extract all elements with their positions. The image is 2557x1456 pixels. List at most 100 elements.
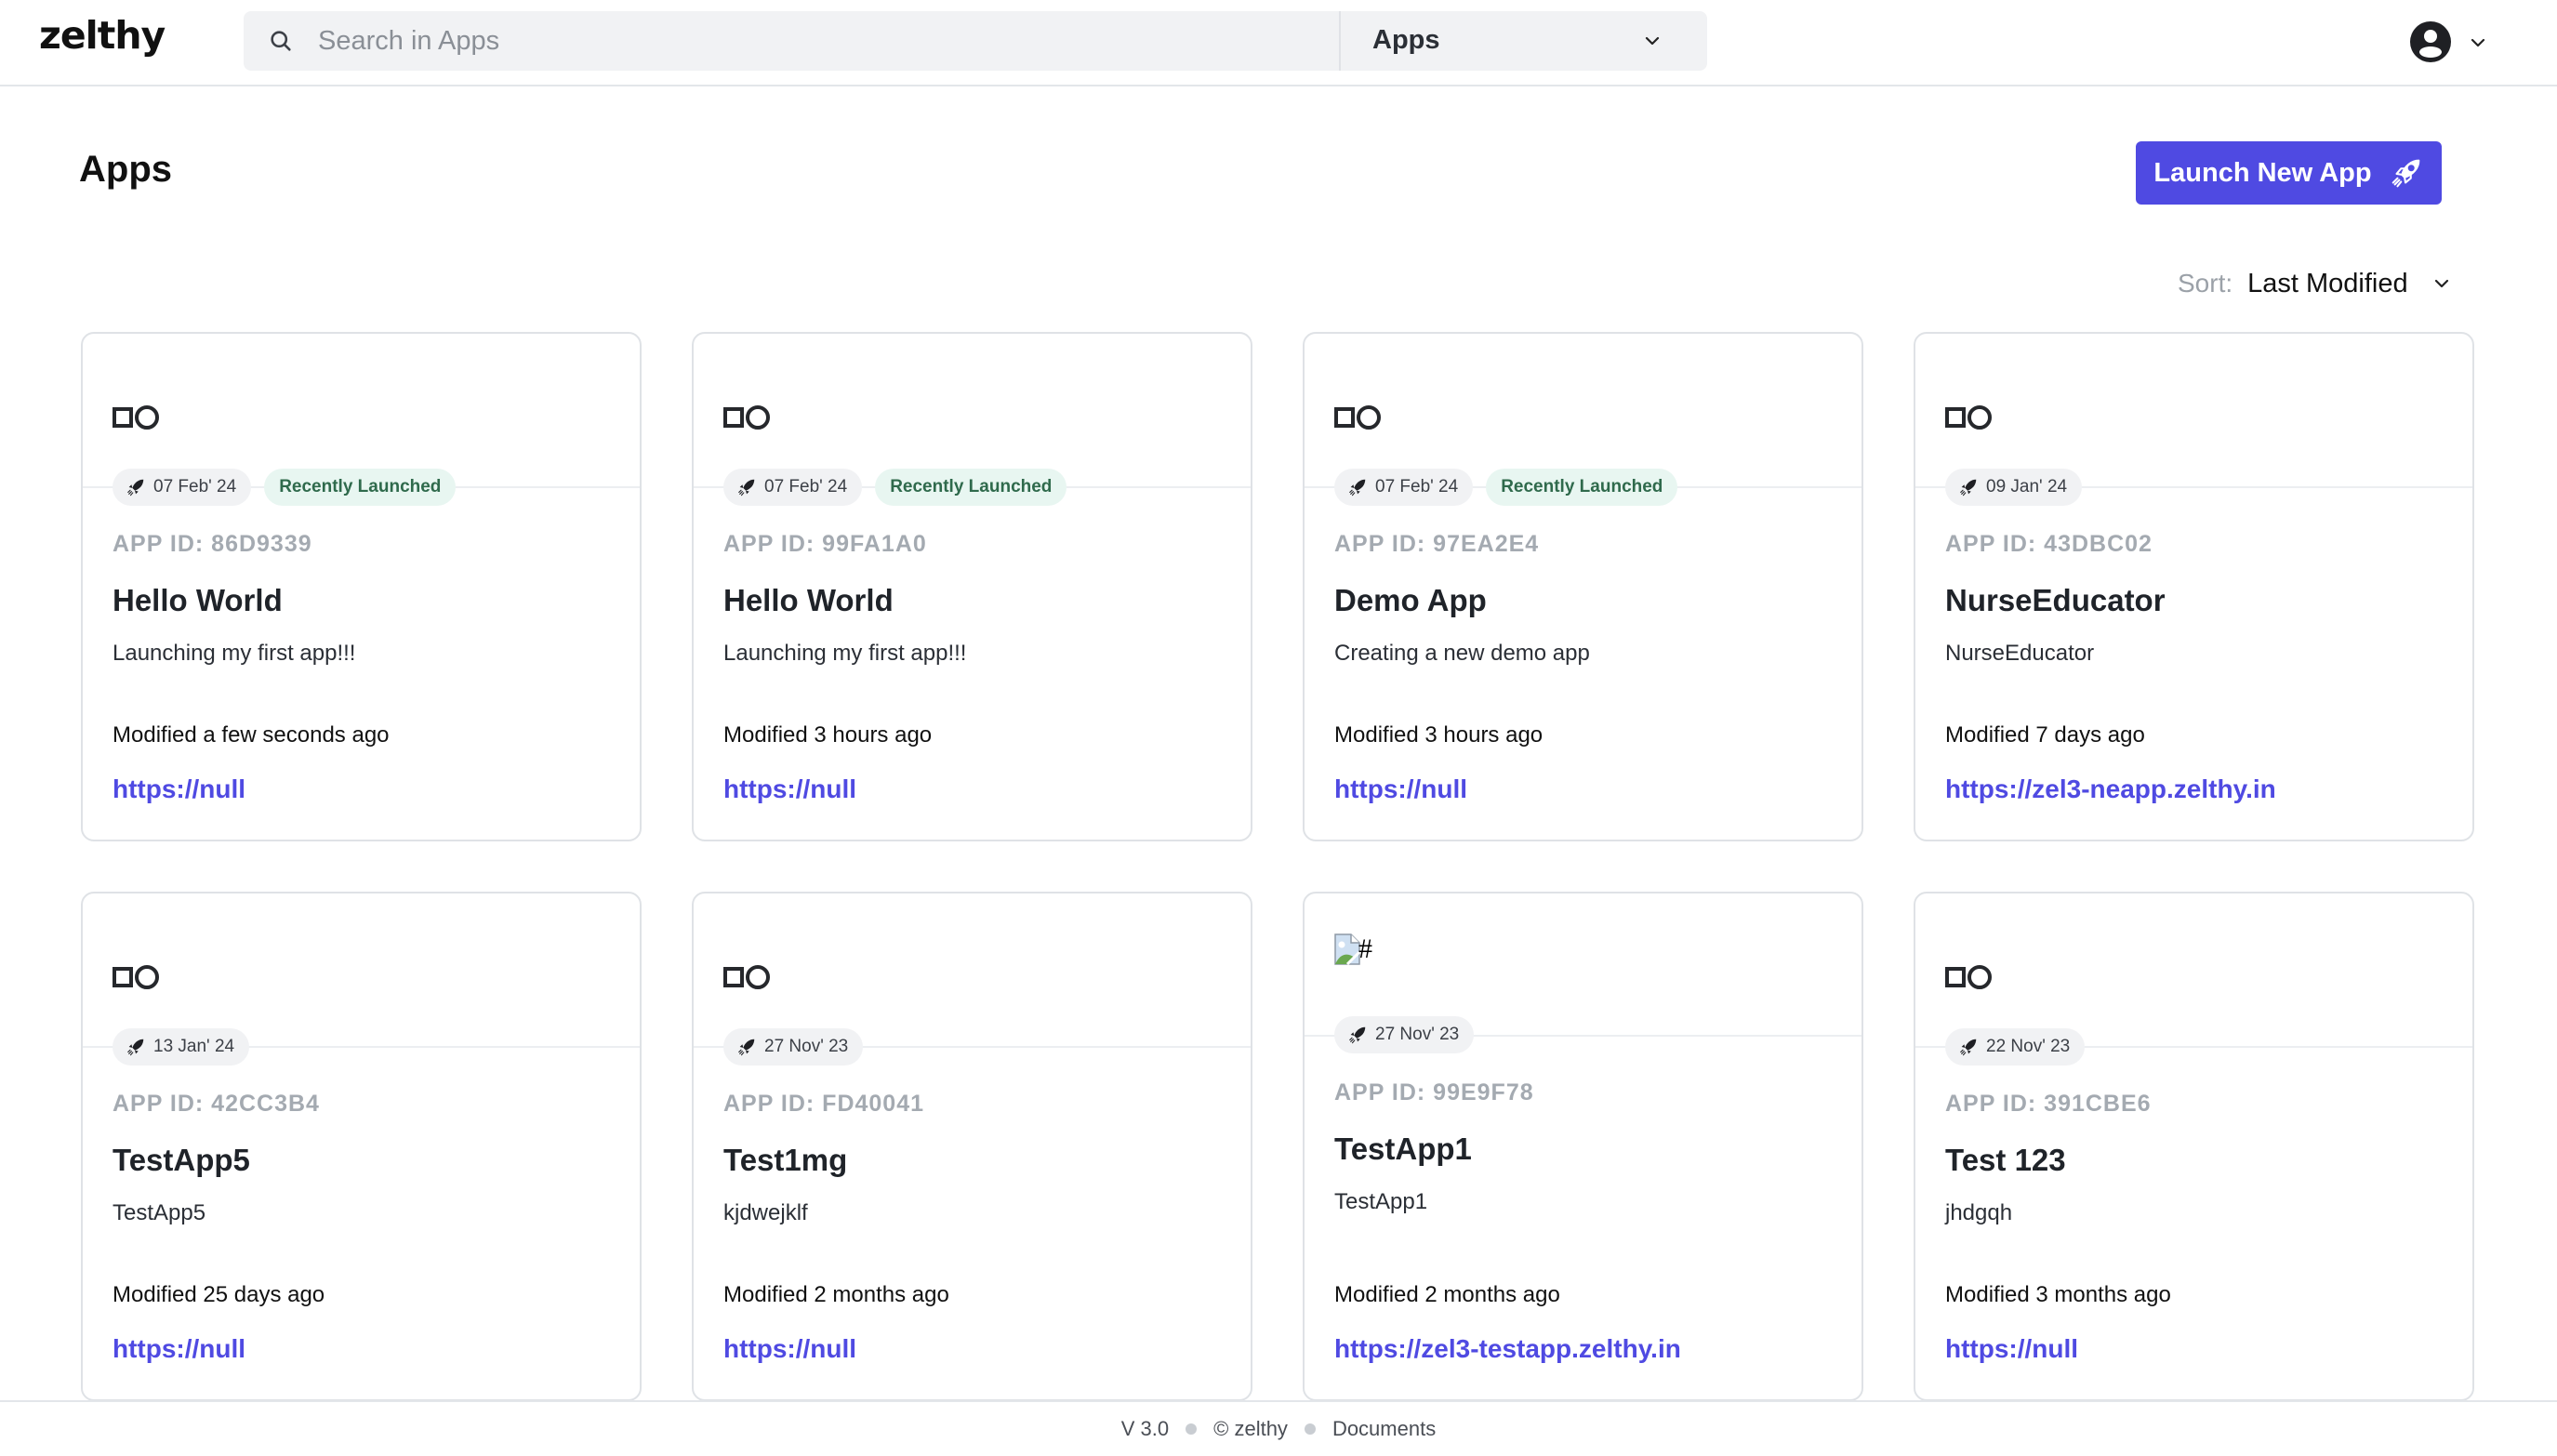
app-card[interactable]: 22 Nov' 23 APP ID: 391CBE6 Test 123 jhdg… (1914, 892, 2474, 1401)
app-modified: Modified 3 hours ago (723, 722, 933, 748)
app-description: TestApp1 (1334, 1189, 1428, 1214)
app-url-link[interactable]: https://null (113, 774, 245, 804)
chevron-down-icon (2471, 38, 2485, 47)
app-description: NurseEducator (1945, 641, 2095, 666)
card-chips: 07 Feb' 24 Recently Launched (1334, 469, 1678, 506)
card-chips: 22 Nov' 23 (1945, 1028, 2086, 1066)
rocket-icon (1349, 479, 1366, 496)
launch-date-chip: 07 Feb' 24 (113, 469, 252, 506)
launch-date: 09 Jan' 24 (1986, 477, 2068, 496)
app-card[interactable]: 07 Feb' 24 Recently Launched APP ID: 86D… (81, 332, 642, 841)
app-url-link[interactable]: https://null (1945, 1334, 2078, 1364)
launch-new-app-button[interactable]: Launch New App (2136, 141, 2442, 205)
app-id: APP ID: 43DBC02 (1945, 531, 2153, 557)
app-card[interactable]: 27 Nov' 23 APP ID: FD40041 Test1mg kjdwe… (692, 892, 1252, 1401)
version-label: V 3.0 (1120, 1417, 1170, 1440)
square-shape-icon (723, 407, 744, 428)
footer: V 3.0 © zelthy Documents (0, 1400, 2557, 1456)
app-name: Hello World (723, 583, 894, 617)
top-navbar: zelthy Apps (0, 0, 2557, 86)
search-icon (271, 31, 291, 51)
app-url-link[interactable]: https://null (723, 774, 856, 804)
rocket-icon (127, 479, 144, 496)
search-bar: Apps (244, 11, 1707, 71)
app-card[interactable]: 07 Feb' 24 Recently Launched APP ID: 97E… (1303, 332, 1863, 841)
card-chips: 07 Feb' 24 Recently Launched (723, 469, 1067, 506)
rocket-icon (127, 1039, 144, 1056)
app-modified: Modified 2 months ago (723, 1282, 949, 1307)
card-chips: 27 Nov' 23 (1334, 1016, 1475, 1053)
rocket-icon (738, 1039, 755, 1056)
circle-shape-icon (1357, 405, 1381, 430)
launch-date: 22 Nov' 23 (1986, 1037, 2071, 1056)
square-shape-icon (723, 967, 744, 987)
app-card[interactable]: 09 Jan' 24 APP ID: 43DBC02 NurseEducator… (1914, 332, 2474, 841)
app-description: Launching my first app!!! (113, 641, 356, 666)
recently-launched-badge: Recently Launched (1486, 469, 1678, 506)
chevron-down-icon (1645, 36, 1660, 46)
search-scope-select[interactable]: Apps (1341, 11, 1707, 71)
app-id: APP ID: 86D9339 (113, 531, 312, 557)
rocket-icon (1960, 1039, 1977, 1056)
app-name: Hello World (113, 583, 283, 617)
app-modified: Modified 3 hours ago (1334, 722, 1543, 748)
card-chips: 07 Feb' 24 Recently Launched (113, 469, 457, 506)
launch-date: 27 Nov' 23 (1375, 1025, 1460, 1044)
app-modified: Modified 3 months ago (1945, 1282, 2171, 1307)
separator-dot (1304, 1423, 1316, 1435)
launch-date-chip: 27 Nov' 23 (1334, 1016, 1475, 1053)
circle-shape-icon (746, 965, 770, 989)
launch-date-chip: 13 Jan' 24 (113, 1028, 250, 1066)
app-card[interactable]: 07 Feb' 24 Recently Launched APP ID: 99F… (692, 332, 1252, 841)
app-id: APP ID: 99E9F78 (1334, 1079, 1534, 1105)
shapes-icon (113, 960, 159, 994)
sort-dropdown[interactable]: Sort: Last Modified (2178, 265, 2451, 302)
rocket-icon (1960, 479, 1977, 496)
app-description: Creating a new demo app (1334, 641, 1590, 666)
shapes-icon (1945, 401, 1992, 434)
launch-date-chip: 09 Jan' 24 (1945, 469, 2083, 506)
launch-date-chip: 27 Nov' 23 (723, 1028, 864, 1066)
app-name: TestApp1 (1334, 1132, 1472, 1166)
broken-image-alt: # (1358, 933, 1372, 964)
app-name: NurseEducator (1945, 583, 2166, 617)
app-name: Test 123 (1945, 1143, 2066, 1177)
launch-date-chip: 07 Feb' 24 (723, 469, 863, 506)
square-shape-icon (113, 407, 133, 428)
app-modified: Modified 7 days ago (1945, 722, 2145, 748)
circle-shape-icon (1967, 405, 1992, 430)
apps-grid: 07 Feb' 24 Recently Launched APP ID: 86D… (81, 332, 2475, 1401)
page-title: Apps (79, 149, 172, 190)
app-description: kjdwejklf (723, 1200, 808, 1225)
sort-value: Last Modified (2247, 268, 2408, 298)
app-url-link[interactable]: https://zel3-neapp.zelthy.in (1945, 774, 2276, 804)
card-chips: 27 Nov' 23 (723, 1028, 864, 1066)
search-input[interactable] (318, 11, 1341, 71)
app-card[interactable]: 13 Jan' 24 APP ID: 42CC3B4 TestApp5 Test… (81, 892, 642, 1401)
shapes-icon (1334, 401, 1381, 434)
launch-date-chip: 07 Feb' 24 (1334, 469, 1474, 506)
app-name: Test1mg (723, 1143, 848, 1177)
broken-image-icon: # (1334, 933, 1372, 965)
circle-shape-icon (1967, 965, 1992, 989)
launch-date: 07 Feb' 24 (153, 477, 237, 496)
app-description: jhdgqh (1945, 1200, 2013, 1225)
app-url-link[interactable]: https://null (1334, 774, 1467, 804)
documents-link[interactable]: Documents (1332, 1417, 1436, 1441)
launch-date: 07 Feb' 24 (764, 477, 848, 496)
chevron-down-icon (2434, 279, 2448, 288)
launch-new-app-label: Launch New App (2153, 157, 2372, 188)
app-url-link[interactable]: https://null (113, 1334, 245, 1364)
app-card[interactable]: # 27 Nov' 23 APP ID: 99E9F78 TestApp1 Te… (1303, 892, 1863, 1401)
card-chips: 13 Jan' 24 (113, 1028, 250, 1066)
app-modified: Modified a few seconds ago (113, 722, 390, 748)
zelthy-logo[interactable]: zelthy (39, 13, 166, 58)
app-url-link[interactable]: https://null (723, 1334, 856, 1364)
circle-shape-icon (746, 405, 770, 430)
app-url-link[interactable]: https://zel3-testapp.zelthy.in (1334, 1334, 1681, 1364)
app-id: APP ID: 391CBE6 (1945, 1091, 2152, 1117)
launch-date: 27 Nov' 23 (764, 1037, 849, 1056)
user-menu[interactable] (2404, 17, 2497, 67)
launch-date-chip: 22 Nov' 23 (1945, 1028, 2086, 1066)
user-circle-icon (2410, 21, 2451, 62)
